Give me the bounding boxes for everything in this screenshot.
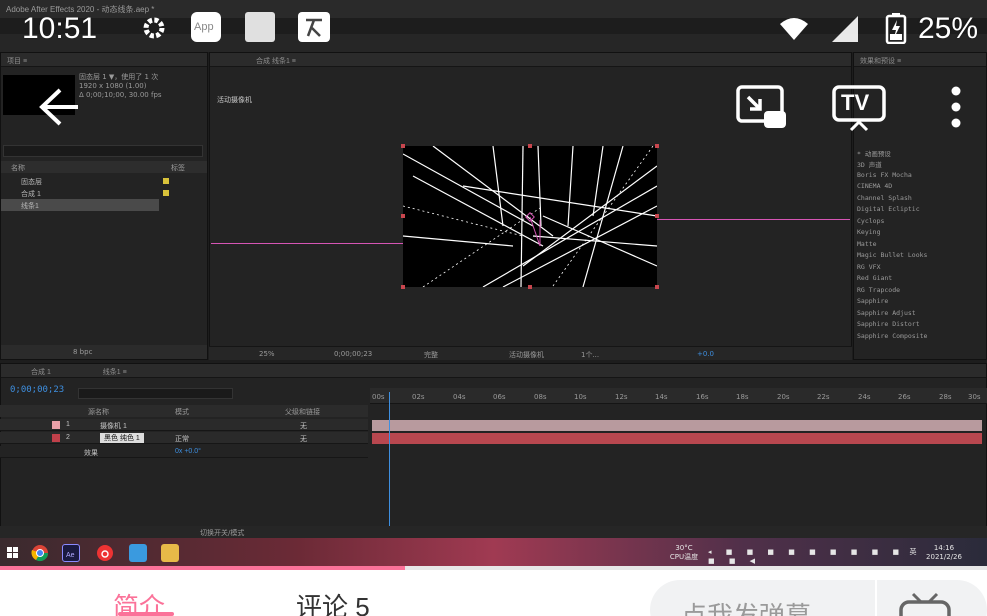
effect-category[interactable]: CINEMA 4D [857,182,892,190]
active-camera-label: 活动摄像机 [217,97,252,104]
battery-percent: 25% [918,12,979,45]
effect-category[interactable]: Keying [857,228,880,236]
viewer-tab[interactable]: 合成 线条1 ≡ [210,53,851,67]
effect-category[interactable]: Cyclops [857,217,884,225]
resolution-select[interactable]: 完整 [424,350,438,360]
project-item[interactable]: 合成 1 [1,187,207,199]
wifi-icon [778,12,810,44]
tab-comp-1[interactable]: 合成 1 [31,369,51,376]
danmaku-placeholder: 点我发弹幕 [681,601,812,616]
composition-canvas[interactable] [403,146,657,287]
effect-category[interactable]: 3D 声道 [857,159,882,169]
effect-category[interactable]: * 动画预设 [857,148,891,158]
project-panel: 项目 ≡ 固态层 1 ▼，使用了 1 次 1920 x 1080 (1.00) … [0,52,208,360]
effect-category[interactable]: Sapphire Adjust [857,309,916,317]
layer-color-chip [52,434,60,442]
project-bottom-bar: 8 bpc [1,345,207,359]
taskbar-clock[interactable]: 14:16 2021/2/26 [922,544,966,562]
tab-comments[interactable]: 评论 5 [296,592,370,616]
effect-category[interactable]: Sapphire [857,297,888,305]
effect-category[interactable]: Red Giant [857,274,892,282]
timeline-ruler[interactable]: 00s 02s 04s 06s 08s 10s 12s 14s 16s 18s … [370,388,987,404]
label-chip [163,190,169,196]
project-tab[interactable]: 项目 ≡ [1,53,207,67]
chrome-icon[interactable] [31,544,49,562]
windows-start-icon[interactable] [4,544,22,562]
more-vertical-icon[interactable] [948,86,964,128]
signal-icon [828,12,860,44]
status-time: 10:51 [22,12,98,45]
image-viewer-icon[interactable] [129,544,147,562]
danmaku-tv-icon [899,592,951,616]
layer-bar-camera[interactable] [372,420,982,431]
effect-category[interactable]: Digital Ecliptic [857,205,920,213]
timeline-tabs: 合成 1 线条1 ≡ [1,364,986,378]
video-player[interactable]: Adobe After Effects 2020 - 动态线条.aep * 项目… [0,0,987,568]
effect-category[interactable]: Sapphire Composite [857,332,927,340]
back-arrow-icon[interactable] [38,86,80,128]
project-search-input[interactable] [3,145,203,157]
tv-cast-icon[interactable]: TV [832,84,886,132]
danmaku-toggle-button[interactable] [877,580,987,616]
line-art-render [403,146,657,287]
layer-bar-solid[interactable] [372,433,982,444]
effect-category[interactable]: Channel Splash [857,194,912,202]
netease-music-icon[interactable] [96,544,114,562]
project-item-selected[interactable]: 线条1 [1,199,159,211]
tv-label: TV [841,90,870,115]
timeline-timecode[interactable]: 0;00;00;23 [10,385,64,395]
app-icon: App [191,12,221,42]
toggle-switches-modes[interactable]: 切换开关/模式 [200,528,244,538]
timeline-playhead[interactable] [389,392,390,528]
layer-handle[interactable] [401,144,405,148]
project-column-header: 名称 标签 [1,161,207,173]
effect-category[interactable]: Boris FX Mocha [857,171,912,179]
layer-handle[interactable] [401,285,405,289]
views-select[interactable]: 1个... [581,350,599,360]
timeline-footer: 切换开关/模式 [0,526,987,538]
picture-in-picture-icon[interactable] [736,85,788,130]
timeline-layer-row[interactable]: 2 黑色 纯色 1 正常 无 [0,432,368,444]
ime-indicator[interactable]: 英 [906,548,920,557]
layer-handle[interactable] [528,144,532,148]
screen: Adobe After Effects 2020 - 动态线条.aep * 项目… [0,0,987,616]
timeline-effect-row[interactable]: 效果 0x +0.0° [0,446,368,458]
timeline-layer-row[interactable]: 1 摄像机 1 无 [0,419,368,431]
effects-tab[interactable]: 效果和预设 ≡ [854,53,986,67]
layer-handle[interactable] [655,285,659,289]
system-tray-icons[interactable]: ◂ ■ ■ ■ ■ ■ ■ ■ ■ ■ ■ ■ ◀ [708,548,908,565]
layer-color-chip [52,421,60,429]
viewer-timecode[interactable]: 0;00;00;23 [334,350,372,358]
effect-category[interactable]: RG Trapcode [857,286,900,294]
effect-category[interactable]: Magic Bullet Looks [857,251,927,259]
zhihu-icon [298,12,330,42]
effect-category[interactable]: RG VFX [857,263,880,271]
layer-handle[interactable] [655,214,659,218]
exposure-value[interactable]: +0.0 [697,350,714,358]
file-explorer-icon[interactable] [161,544,179,562]
camera-select[interactable]: 活动摄像机 [509,350,544,360]
square-icon [245,12,275,42]
effect-category[interactable]: Sapphire Distort [857,320,920,328]
battery-icon [885,12,907,45]
timeline-column-header: 源名称 模式 父级和链接 [0,405,368,417]
effect-category[interactable]: Matte [857,240,877,248]
project-item[interactable]: 固态层 [1,175,207,187]
zoom-select[interactable]: 25% [259,350,275,358]
project-info: 固态层 1 ▼，使用了 1 次 1920 x 1080 (1.00) Δ 0;0… [79,73,162,99]
gear-icon [138,12,170,44]
viewer-toolbar: 25% 0;00;00;23 完整 活动摄像机 1个... +0.0 [209,346,852,360]
tab-active-indicator [118,612,174,616]
layer-handle[interactable] [528,285,532,289]
svg-text:Ae: Ae [66,552,75,559]
label-chip [163,178,169,184]
weather-widget[interactable]: 30°C CPU温度 [664,544,704,562]
after-effects-icon[interactable]: Ae [62,544,80,562]
layer-handle[interactable] [401,214,405,218]
timeline-search-input[interactable] [78,388,233,399]
layer-handle[interactable] [655,144,659,148]
tab-line-1[interactable]: 线条1 ≡ [103,369,127,376]
